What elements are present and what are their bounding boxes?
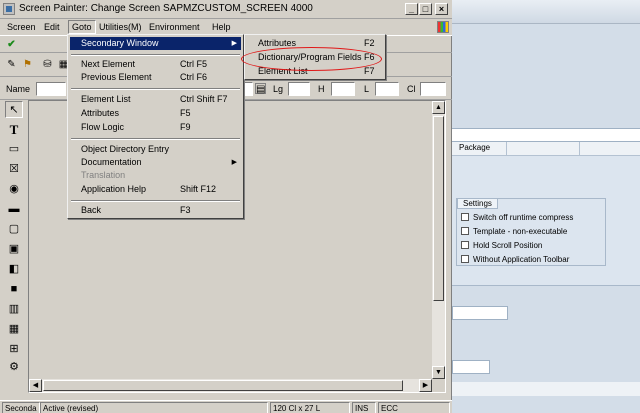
status-ecc: ECC [378, 402, 450, 413]
menu-item-attributes[interactable]: Attributes F5 [70, 107, 241, 120]
horizontal-scroll-thumb[interactable] [43, 380, 403, 391]
cl-field[interactable] [420, 82, 446, 96]
menu-item-translation: Translation [81, 170, 126, 180]
submenu-arrow-icon: ▶ [231, 159, 237, 166]
menu-separator [71, 138, 240, 140]
minimize-button[interactable]: _ [405, 3, 418, 15]
background-window: Package Settings Switch off runtime comp… [452, 0, 640, 413]
menu-item-previous-element[interactable]: Previous Element Ctrl F6 [70, 71, 241, 84]
background-field[interactable] [452, 306, 508, 320]
system-menu-icon[interactable] [437, 21, 449, 33]
close-button[interactable]: × [435, 3, 448, 15]
setting-hold-scroll-position[interactable]: Hold Scroll Position [461, 239, 542, 251]
package-row: Package [452, 142, 640, 156]
window-title: Screen Painter: Change Screen SAPMZCUSTO… [19, 3, 313, 14]
status-size: 120 Cl x 27 L [270, 402, 350, 413]
setting-without-application-toolbar[interactable]: Without Application Toolbar [461, 253, 569, 265]
lg-label: Lg [273, 84, 284, 94]
menu-separator [71, 88, 240, 90]
text-field-icon[interactable]: T [5, 121, 23, 138]
table-control-icon[interactable]: ▥ [5, 301, 23, 318]
h-label: H [318, 84, 325, 94]
l-field[interactable] [375, 82, 399, 96]
checkbox[interactable] [461, 213, 469, 221]
radio-button-icon[interactable]: ◉ [5, 181, 23, 198]
where-used-icon[interactable]: ⛁ [42, 59, 53, 70]
element-palette: ↖ T ▭ ☒ ◉ ▬ ▢ ▣ ◧ ■ ▥ ▦ ⊞ ⚙ [5, 101, 24, 377]
menu-item-back[interactable]: Back F3 [70, 204, 241, 217]
menu-separator [71, 54, 240, 56]
scroll-down-arrow[interactable]: ▼ [432, 366, 445, 379]
status-bar: Seconda Active (revised) 120 Cl x 27 L I… [0, 400, 452, 413]
h-field[interactable] [331, 82, 355, 96]
title-bar[interactable]: Screen Painter: Change Screen SAPMZCUSTO… [0, 0, 452, 19]
settings-title: Settings [457, 198, 498, 209]
scroll-right-arrow[interactable]: ▶ [419, 379, 432, 392]
enter-icon[interactable]: ✔ [6, 39, 17, 50]
settings-group: Settings Switch off runtime compress Tem… [456, 198, 606, 266]
menu-item-flow-logic[interactable]: Flow Logic F9 [70, 121, 241, 134]
background-header [452, 0, 640, 24]
menu-separator [71, 200, 240, 202]
l-label: L [364, 84, 370, 94]
checkbox-icon[interactable]: ☒ [5, 161, 23, 178]
submenu-arrow-icon: ▶ [231, 40, 237, 47]
maximize-button[interactable]: □ [419, 3, 432, 15]
menu-edit[interactable]: Edit [41, 20, 63, 34]
status-field-left: Seconda [2, 402, 40, 413]
input-field-icon[interactable]: ▭ [5, 141, 23, 158]
cl-label: Cl [407, 84, 416, 94]
dictionary-icon[interactable]: ▤ [255, 83, 266, 95]
setting-switch-off-runtime-compress[interactable]: Switch off runtime compress [461, 211, 573, 223]
status-ins: INS [352, 402, 376, 413]
menu-item-element-list[interactable]: Element List Ctrl Shift F7 [70, 93, 241, 106]
menu-item-application-help[interactable]: Application Help Shift F12 [70, 183, 241, 196]
toggle-icon[interactable]: ✎ [6, 59, 17, 70]
background-stripe [452, 382, 640, 396]
checkbox[interactable] [461, 241, 469, 249]
background-input-bar [452, 128, 640, 142]
table-wizard-icon[interactable]: ▦ [5, 321, 23, 338]
menu-utilities[interactable]: Utilities(M) [96, 20, 145, 34]
divider [452, 285, 640, 286]
pushbutton-icon[interactable]: ▬ [5, 201, 23, 218]
tabstrip-wizard-icon[interactable]: ⊞ [5, 341, 23, 358]
activate-icon[interactable]: ⚑ [22, 59, 33, 70]
subscreen-icon[interactable]: ▣ [5, 241, 23, 258]
background-field[interactable] [452, 360, 490, 374]
menu-goto[interactable]: Goto [68, 20, 96, 34]
app-icon [3, 3, 15, 15]
menu-help[interactable]: Help [209, 20, 234, 34]
menu-environment[interactable]: Environment [146, 20, 203, 34]
menu-item-documentation[interactable]: Documentation ▶ [70, 156, 241, 169]
text-field[interactable] [243, 82, 253, 96]
custom-control-icon[interactable]: ■ [5, 281, 23, 298]
annotation-circle [241, 47, 382, 71]
pointer-icon[interactable]: ↖ [5, 101, 23, 118]
checkbox[interactable] [461, 255, 469, 263]
goto-menu: Secondary Window ▶ Next Element Ctrl F5 … [67, 34, 244, 219]
menu-item-secondary-window[interactable]: Secondary Window ▶ [70, 37, 241, 50]
scroll-up-arrow[interactable]: ▲ [432, 101, 445, 114]
name-label: Name [6, 84, 31, 94]
status-icon[interactable]: ⚙ [5, 359, 23, 376]
menu-bar: Screen Edit Goto Utilities(M) Environmen… [0, 19, 452, 35]
menu-screen[interactable]: Screen [4, 20, 39, 34]
scroll-left-arrow[interactable]: ◀ [29, 379, 42, 392]
checkbox[interactable] [461, 227, 469, 235]
name-field[interactable] [36, 82, 66, 96]
setting-template-non-executable[interactable]: Template - non-executable [461, 225, 567, 237]
menu-item-next-element[interactable]: Next Element Ctrl F5 [70, 58, 241, 71]
menu-item-object-directory-entry[interactable]: Object Directory Entry [70, 143, 241, 156]
status-mode: Active (revised) [40, 402, 268, 413]
lg-field[interactable] [288, 82, 310, 96]
tabstrip-icon[interactable]: ◧ [5, 261, 23, 278]
box-icon[interactable]: ▢ [5, 221, 23, 238]
vertical-scroll-thumb[interactable] [433, 116, 444, 301]
